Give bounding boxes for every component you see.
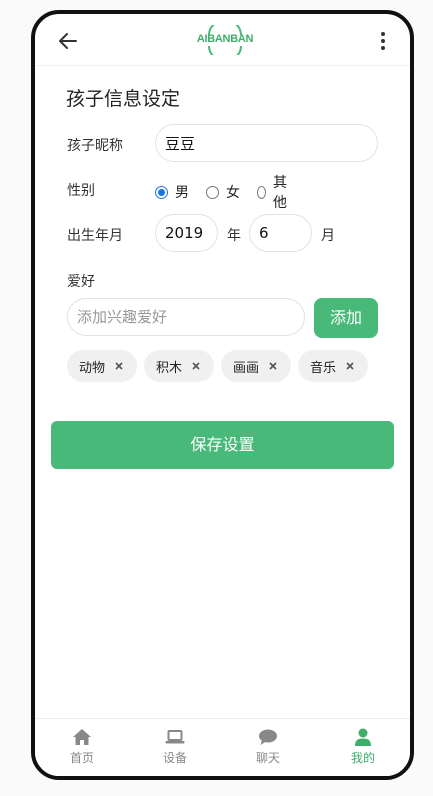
nav-label: 首页 bbox=[69, 751, 94, 765]
hobby-tag: 音乐 bbox=[298, 350, 368, 382]
nav-item-home[interactable]: 首页 bbox=[37, 719, 127, 776]
nav-item-mine[interactable]: 我的 bbox=[318, 719, 408, 776]
home-icon bbox=[73, 729, 91, 745]
close-icon[interactable] bbox=[114, 361, 124, 371]
hobby-input[interactable] bbox=[67, 298, 305, 336]
gender-option-label: 女 bbox=[226, 185, 240, 201]
logo-text: AIBANBAN bbox=[196, 33, 254, 45]
hobby-tag-label: 画画 bbox=[233, 360, 260, 376]
close-icon[interactable] bbox=[268, 361, 278, 371]
gender-option-label: 其他 bbox=[273, 175, 288, 211]
hobby-tag: 积木 bbox=[144, 350, 214, 382]
month-unit: 月 bbox=[321, 228, 335, 244]
page-title: 孩子信息设定 bbox=[66, 88, 181, 110]
hobby-tag: 画画 bbox=[221, 350, 291, 382]
gender-option-other[interactable]: 其他 bbox=[257, 175, 291, 211]
hobbies-label: 爱好 bbox=[67, 274, 95, 290]
nav-label: 聊天 bbox=[255, 751, 280, 765]
nav-label: 我的 bbox=[350, 751, 375, 765]
nickname-input[interactable] bbox=[155, 124, 378, 162]
top-app-bar: AIBANBAN bbox=[35, 14, 410, 66]
year-unit: 年 bbox=[227, 228, 241, 244]
gender-option-label: 男 bbox=[175, 185, 189, 201]
bottom-nav: 首页 设备 聊天 我的 bbox=[35, 718, 410, 776]
laptop-icon bbox=[165, 730, 185, 744]
nav-item-chat[interactable]: 聊天 bbox=[223, 719, 313, 776]
close-icon[interactable] bbox=[191, 361, 201, 371]
nav-label: 设备 bbox=[162, 751, 187, 765]
gender-option-female[interactable]: 女 bbox=[206, 182, 240, 202]
gender-label: 性别 bbox=[67, 183, 95, 199]
user-icon bbox=[355, 728, 371, 746]
gender-option-male[interactable]: 男 bbox=[155, 182, 189, 202]
birth-label: 出生年月 bbox=[67, 228, 123, 244]
more-vertical-icon[interactable] bbox=[380, 31, 386, 51]
save-settings-button[interactable]: 保存设置 bbox=[51, 421, 394, 469]
radio-checked-icon bbox=[155, 185, 168, 199]
radio-unchecked-icon bbox=[206, 185, 219, 199]
add-hobby-button[interactable]: 添加 bbox=[314, 298, 378, 338]
close-icon[interactable] bbox=[345, 361, 355, 371]
hobby-tag-label: 音乐 bbox=[310, 360, 337, 376]
app-logo: AIBANBAN bbox=[195, 19, 255, 62]
nav-item-devices[interactable]: 设备 bbox=[130, 719, 220, 776]
chat-icon bbox=[259, 729, 277, 745]
hobby-tag-label: 动物 bbox=[79, 360, 106, 376]
phone-frame: AIBANBAN 孩子信息设定 孩子昵称 性别 男 女 其他 出生年月 年 月 … bbox=[31, 10, 414, 780]
hobby-tag-label: 积木 bbox=[156, 360, 183, 376]
hobby-tag: 动物 bbox=[67, 350, 137, 382]
nickname-label: 孩子昵称 bbox=[67, 138, 123, 154]
birth-month-input[interactable] bbox=[249, 214, 312, 252]
birth-year-input[interactable] bbox=[155, 214, 218, 252]
arrow-left-icon[interactable] bbox=[57, 30, 79, 52]
radio-unchecked-icon bbox=[257, 185, 267, 199]
